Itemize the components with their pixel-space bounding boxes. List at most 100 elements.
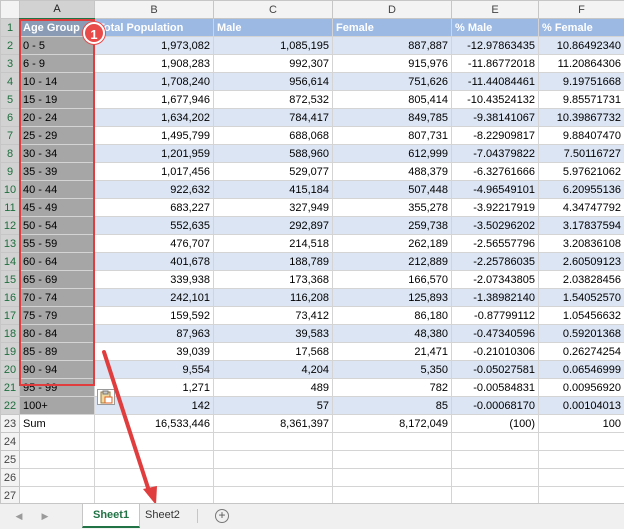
data-cell[interactable]: 166,570	[332, 270, 452, 289]
data-cell[interactable]: 25 - 29	[19, 126, 95, 145]
data-cell[interactable]: 242,101	[94, 288, 214, 307]
data-cell[interactable]: -0.47340596	[451, 324, 539, 343]
data-cell[interactable]: 1,708,240	[94, 72, 214, 91]
data-cell[interactable]: 1,677,946	[94, 90, 214, 109]
tab-sheet2[interactable]: Sheet2	[135, 504, 190, 528]
data-cell[interactable]: 0.59201368	[538, 324, 624, 343]
data-cell[interactable]: 327,949	[213, 198, 333, 217]
data-cell[interactable]: 552,635	[94, 216, 214, 235]
sum-cell[interactable]: 16,533,446	[94, 414, 214, 433]
data-cell[interactable]: -6.32761666	[451, 162, 539, 181]
data-cell[interactable]: 2.03828456	[538, 270, 624, 289]
add-sheet-button[interactable]: +	[215, 509, 229, 523]
header-cell[interactable]: Male	[213, 18, 333, 37]
sum-cell[interactable]: 8,361,397	[213, 414, 333, 433]
row-header[interactable]: 25	[0, 450, 20, 469]
data-cell[interactable]: 488,379	[332, 162, 452, 181]
data-cell[interactable]: 784,417	[213, 108, 333, 127]
data-cell[interactable]: -9.38141067	[451, 108, 539, 127]
row-header[interactable]: 20	[0, 360, 20, 379]
data-cell[interactable]: 2.60509123	[538, 252, 624, 271]
data-cell[interactable]: 1,495,799	[94, 126, 214, 145]
empty-cell[interactable]	[19, 486, 95, 505]
data-cell[interactable]: -10.43524132	[451, 90, 539, 109]
header-cell[interactable]: % Male	[451, 18, 539, 37]
empty-cell[interactable]	[538, 486, 624, 505]
row-header[interactable]: 23	[0, 414, 20, 433]
empty-cell[interactable]	[538, 450, 624, 469]
data-cell[interactable]: 10.86492340	[538, 36, 624, 55]
row-header[interactable]: 5	[0, 90, 20, 109]
data-cell[interactable]: 73,412	[213, 306, 333, 325]
data-cell[interactable]: 39,039	[94, 342, 214, 361]
triangle-right-icon[interactable]: ▶	[38, 509, 52, 523]
data-cell[interactable]: 688,068	[213, 126, 333, 145]
row-header[interactable]: 18	[0, 324, 20, 343]
data-cell[interactable]: 4.34747792	[538, 198, 624, 217]
data-cell[interactable]: 339,938	[94, 270, 214, 289]
data-cell[interactable]: 3.17837594	[538, 216, 624, 235]
spreadsheet-grid[interactable]: A B C D E F 1 Age Group Total Population Ma…	[0, 0, 624, 529]
row-header[interactable]: 13	[0, 234, 20, 253]
data-cell[interactable]: 90 - 94	[19, 360, 95, 379]
data-cell[interactable]: 70 - 74	[19, 288, 95, 307]
empty-cell[interactable]	[213, 468, 333, 487]
data-cell[interactable]: 95 - 99	[19, 378, 95, 397]
paste-options-button[interactable]	[97, 389, 115, 405]
data-cell[interactable]: -2.56557796	[451, 234, 539, 253]
data-cell[interactable]: -0.00068170	[451, 396, 539, 415]
empty-cell[interactable]	[94, 468, 214, 487]
empty-cell[interactable]	[19, 432, 95, 451]
sum-cell[interactable]: 100	[538, 414, 624, 433]
data-cell[interactable]: 1,201,959	[94, 144, 214, 163]
data-cell[interactable]: 7.50116727	[538, 144, 624, 163]
empty-cell[interactable]	[332, 450, 452, 469]
data-cell[interactable]: 872,532	[213, 90, 333, 109]
data-cell[interactable]: 476,707	[94, 234, 214, 253]
row-header[interactable]: 26	[0, 468, 20, 487]
data-cell[interactable]: 9.88407470	[538, 126, 624, 145]
data-cell[interactable]: 1,908,283	[94, 54, 214, 73]
column-header-e[interactable]: E	[451, 0, 539, 19]
empty-cell[interactable]	[451, 486, 539, 505]
sum-cell[interactable]: Sum	[19, 414, 95, 433]
row-header[interactable]: 11	[0, 198, 20, 217]
data-cell[interactable]: -11.86772018	[451, 54, 539, 73]
data-cell[interactable]: 401,678	[94, 252, 214, 271]
data-cell[interactable]: 173,368	[213, 270, 333, 289]
data-cell[interactable]: 45 - 49	[19, 198, 95, 217]
empty-cell[interactable]	[213, 432, 333, 451]
data-cell[interactable]: 0.00104013	[538, 396, 624, 415]
empty-cell[interactable]	[94, 450, 214, 469]
data-cell[interactable]: 588,960	[213, 144, 333, 163]
data-cell[interactable]: 4,204	[213, 360, 333, 379]
empty-cell[interactable]	[332, 468, 452, 487]
row-header[interactable]: 22	[0, 396, 20, 415]
data-cell[interactable]: 6 - 9	[19, 54, 95, 73]
data-cell[interactable]: 87,963	[94, 324, 214, 343]
data-cell[interactable]: 159,592	[94, 306, 214, 325]
data-cell[interactable]: -4.96549101	[451, 180, 539, 199]
row-header[interactable]: 2	[0, 36, 20, 55]
data-cell[interactable]: 17,568	[213, 342, 333, 361]
row-header[interactable]: 12	[0, 216, 20, 235]
sum-cell[interactable]: (100)	[451, 414, 539, 433]
column-header-d[interactable]: D	[332, 0, 452, 19]
empty-cell[interactable]	[332, 486, 452, 505]
data-cell[interactable]: 1.54052570	[538, 288, 624, 307]
data-cell[interactable]: 922,632	[94, 180, 214, 199]
row-header[interactable]: 10	[0, 180, 20, 199]
data-cell[interactable]: 20 - 24	[19, 108, 95, 127]
data-cell[interactable]: 751,626	[332, 72, 452, 91]
column-header-c[interactable]: C	[213, 0, 333, 19]
data-cell[interactable]: 48,380	[332, 324, 452, 343]
data-cell[interactable]: 782	[332, 378, 452, 397]
row-header[interactable]: 17	[0, 306, 20, 325]
data-cell[interactable]: 65 - 69	[19, 270, 95, 289]
data-cell[interactable]: 11.20864306	[538, 54, 624, 73]
empty-cell[interactable]	[213, 450, 333, 469]
row-header[interactable]: 8	[0, 144, 20, 163]
column-header-f[interactable]: F	[538, 0, 624, 19]
data-cell[interactable]: 1,634,202	[94, 108, 214, 127]
header-cell[interactable]: Total Population	[94, 18, 214, 37]
